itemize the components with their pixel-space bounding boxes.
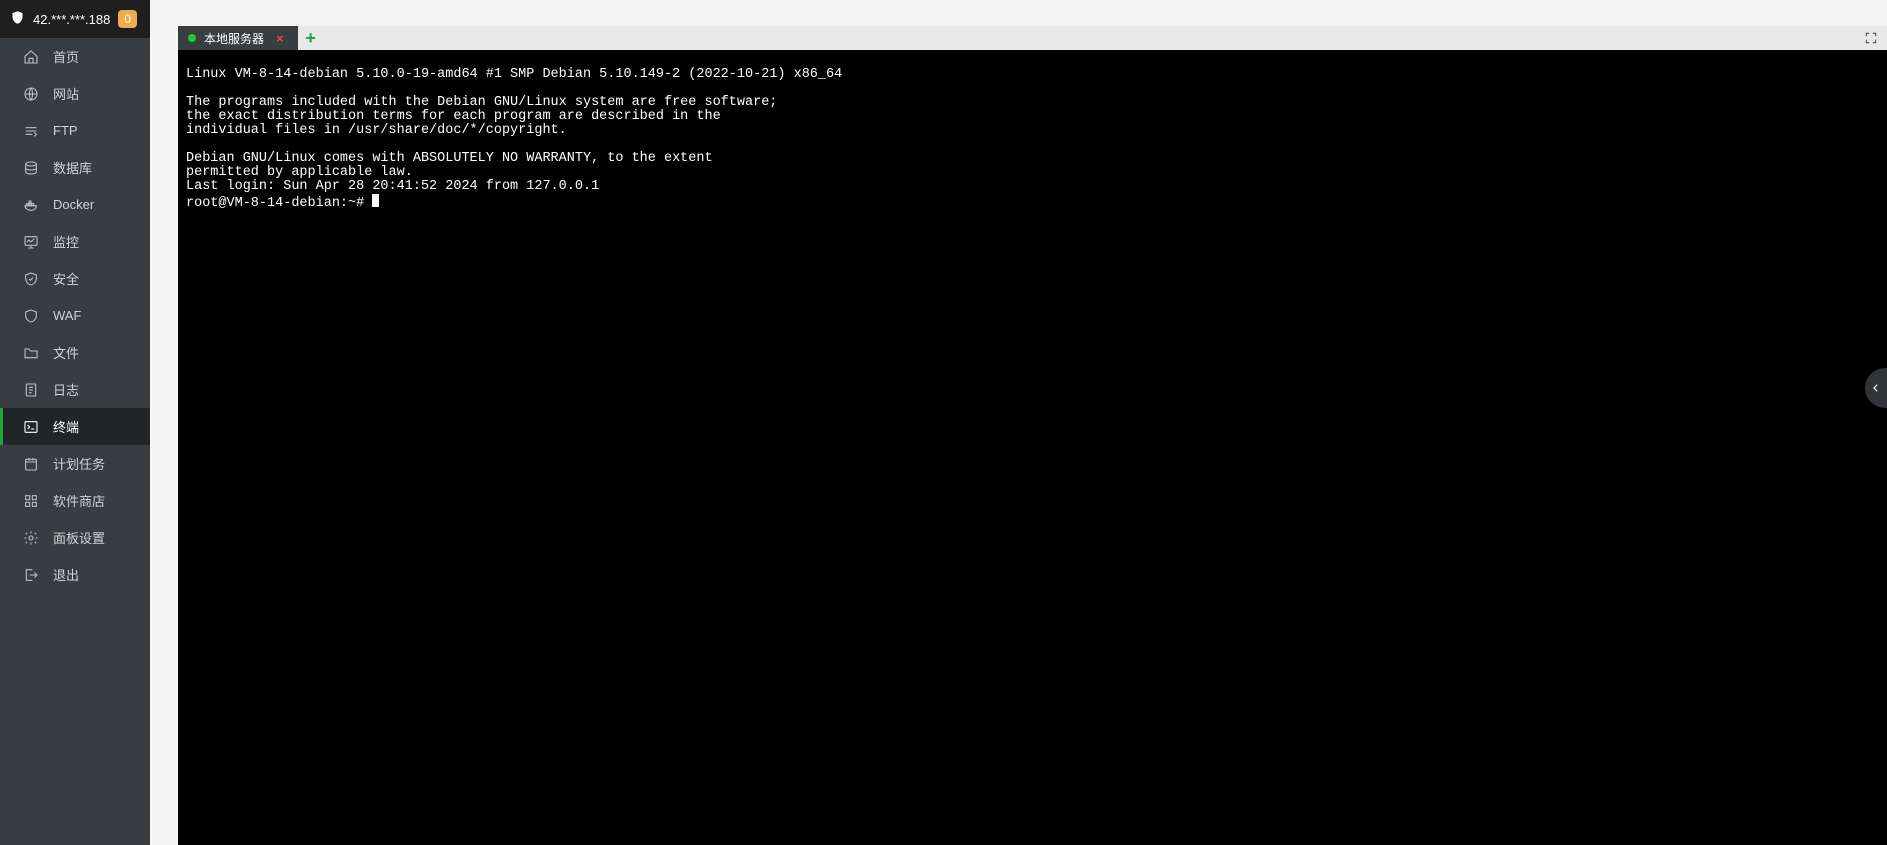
sidebar-item-label: 文件 xyxy=(53,343,79,362)
sidebar-item-label: 软件商店 xyxy=(53,491,105,510)
shield-icon xyxy=(23,271,39,287)
sidebar-item-gear[interactable]: 面板设置 xyxy=(0,519,150,556)
tab-bar: 本地服务器 × + xyxy=(178,26,1887,50)
terminal-panel: 本地服务器 × + Linux VM-8-14-debian 5.10.0-19… xyxy=(178,26,1887,845)
status-dot-icon xyxy=(188,34,196,42)
tab-label: 本地服务器 xyxy=(204,30,264,47)
sidebar: 42.***.***.188 0 首页网站 FTP 数据库 Docker 监控安全 WAF… xyxy=(0,0,150,845)
terminal-tab[interactable]: 本地服务器 × xyxy=(178,26,298,50)
sidebar-item-label: WAF xyxy=(53,308,81,323)
sidebar-item-monitor[interactable]: 监控 xyxy=(0,223,150,260)
shield-icon xyxy=(10,10,25,28)
calendar-icon xyxy=(23,456,39,472)
sidebar-item-label: 日志 xyxy=(53,380,79,399)
sidebar-item-label: 计划任务 xyxy=(53,454,105,473)
server-ip: 42.***.***.188 xyxy=(33,12,110,27)
home-icon xyxy=(23,49,39,65)
sidebar-item-label: 监控 xyxy=(53,232,79,251)
sidebar-item-shield[interactable]: 安全 xyxy=(0,260,150,297)
sidebar-item-folder[interactable]: 文件 xyxy=(0,334,150,371)
terminal-cursor xyxy=(372,194,379,207)
notification-badge[interactable]: 0 xyxy=(118,10,137,28)
sidebar-item-terminal[interactable]: 终端 xyxy=(0,408,150,445)
sidebar-item-label: 数据库 xyxy=(53,158,92,177)
gear-icon xyxy=(23,530,39,546)
sidebar-item-ftp[interactable]: FTP xyxy=(0,112,150,149)
log-icon xyxy=(23,382,39,398)
database-icon xyxy=(23,160,39,176)
sidebar-item-waf[interactable]: WAF xyxy=(0,297,150,334)
folder-icon xyxy=(23,345,39,361)
sidebar-item-globe[interactable]: 网站 xyxy=(0,75,150,112)
apps-icon xyxy=(23,493,39,509)
new-tab-button[interactable]: + xyxy=(298,26,324,50)
sidebar-item-label: 退出 xyxy=(53,565,79,584)
sidebar-item-label: Docker xyxy=(53,197,94,212)
ftp-icon xyxy=(23,123,39,139)
docker-icon xyxy=(23,197,39,213)
sidebar-item-label: 网站 xyxy=(53,84,79,103)
content: 本地服务器 × + Linux VM-8-14-debian 5.10.0-19… xyxy=(150,0,1887,845)
globe-icon xyxy=(23,86,39,102)
sidebar-item-home[interactable]: 首页 xyxy=(0,38,150,75)
monitor-icon xyxy=(23,234,39,250)
fullscreen-button[interactable] xyxy=(1859,26,1883,50)
sidebar-item-docker[interactable]: Docker xyxy=(0,186,150,223)
sidebar-header: 42.***.***.188 0 xyxy=(0,0,150,38)
waf-icon xyxy=(23,308,39,324)
sidebar-item-calendar[interactable]: 计划任务 xyxy=(0,445,150,482)
sidebar-item-label: 面板设置 xyxy=(53,528,105,547)
terminal-icon xyxy=(23,419,39,435)
sidebar-item-label: FTP xyxy=(53,123,78,138)
sidebar-item-label: 安全 xyxy=(53,269,79,288)
nav: 首页网站 FTP 数据库 Docker 监控安全 WAF 文件日志终端计划任务软件商店面板设… xyxy=(0,38,150,593)
close-icon[interactable]: × xyxy=(272,31,288,46)
terminal-output[interactable]: Linux VM-8-14-debian 5.10.0-19-amd64 #1 … xyxy=(178,50,1887,845)
sidebar-item-exit[interactable]: 退出 xyxy=(0,556,150,593)
sidebar-item-apps[interactable]: 软件商店 xyxy=(0,482,150,519)
sidebar-item-label: 首页 xyxy=(53,47,79,66)
sidebar-item-database[interactable]: 数据库 xyxy=(0,149,150,186)
exit-icon xyxy=(23,567,39,583)
sidebar-item-label: 终端 xyxy=(53,417,79,436)
sidebar-item-log[interactable]: 日志 xyxy=(0,371,150,408)
